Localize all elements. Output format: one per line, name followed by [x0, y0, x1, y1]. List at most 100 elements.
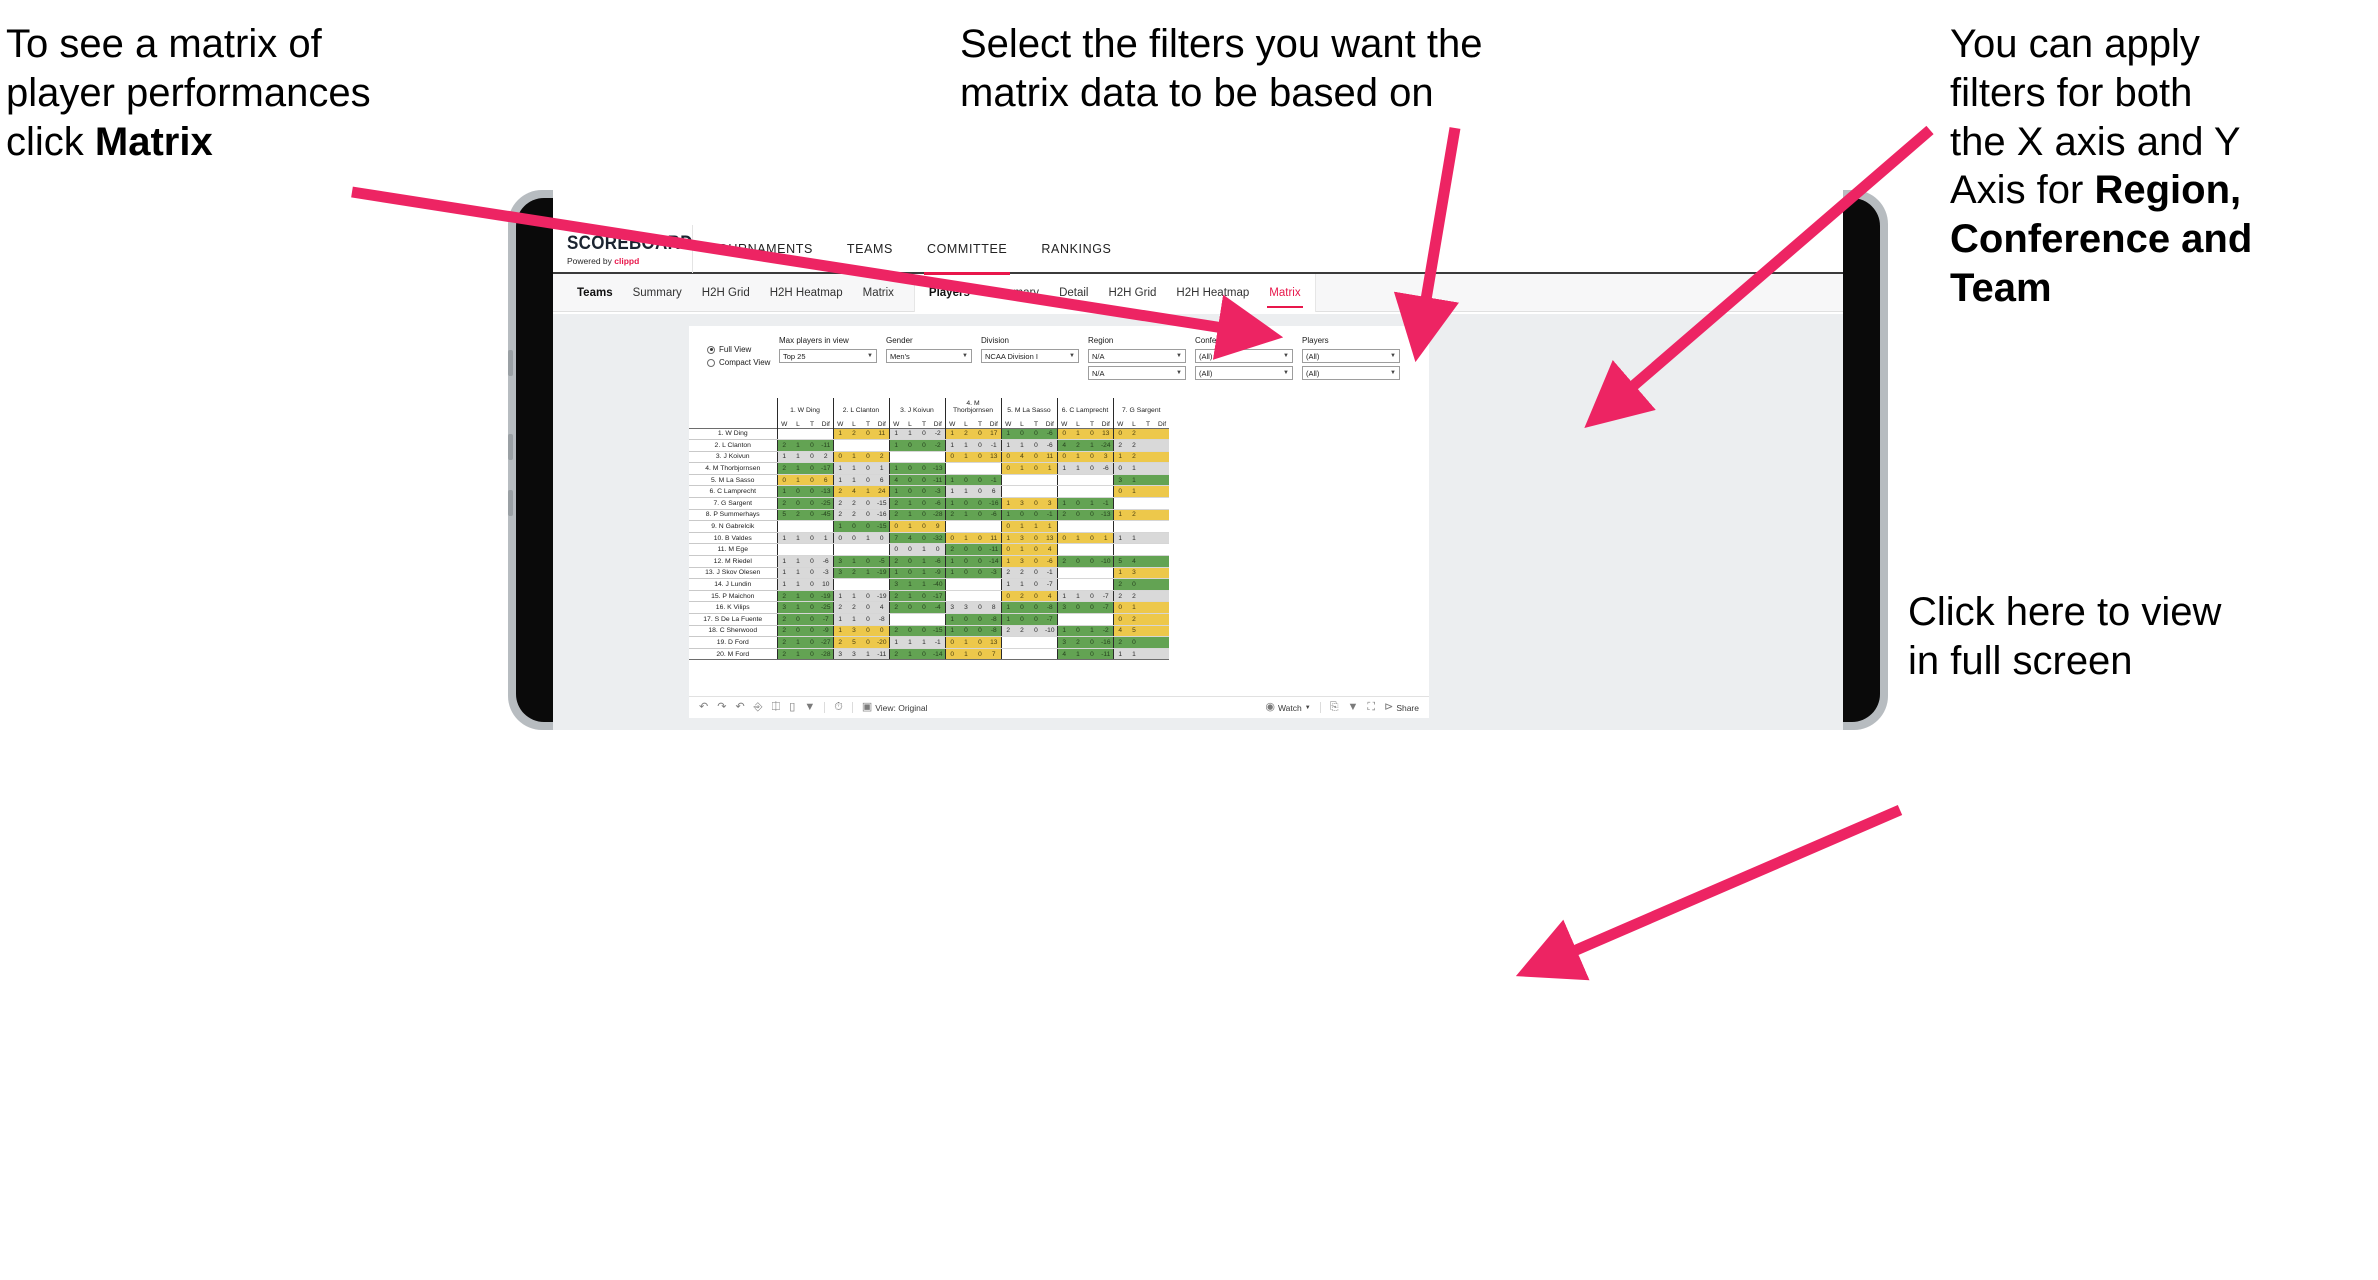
matrix-cell[interactable]: -6	[1043, 427, 1057, 441]
matrix-cell[interactable]: 0	[903, 543, 917, 557]
matrix-cell[interactable]	[1155, 625, 1169, 638]
matrix-cell[interactable]	[805, 543, 819, 557]
matrix-cell[interactable]: 3	[959, 601, 973, 614]
matrix-cell[interactable]: 2	[1127, 613, 1141, 626]
matrix-cell[interactable]: 13	[1043, 532, 1057, 545]
subnav-item-teams-matrix[interactable]: Matrix	[853, 274, 904, 312]
matrix-cell[interactable]: 1	[832, 427, 847, 441]
matrix-cell[interactable]: 4	[847, 485, 861, 499]
matrix-cell[interactable]: 1	[944, 474, 959, 487]
matrix-cell[interactable]	[944, 578, 959, 591]
matrix-cell[interactable]: -6	[987, 509, 1001, 522]
matrix-cell[interactable]	[1141, 590, 1155, 603]
matrix-cell[interactable]: 2	[944, 543, 959, 557]
matrix-cell[interactable]: 5	[776, 509, 791, 522]
matrix-cell[interactable]: 1	[1056, 590, 1071, 603]
matrix-cell[interactable]: 0	[973, 509, 987, 522]
matrix-cell[interactable]: 0	[1000, 543, 1015, 557]
matrix-cell[interactable]: 0	[1029, 601, 1043, 614]
matrix-cell[interactable]: 1	[791, 567, 805, 580]
matrix-cell[interactable]	[973, 590, 987, 603]
redo-icon[interactable]: ↷	[717, 702, 726, 713]
matrix-cell[interactable]	[1056, 543, 1071, 557]
matrix-cell[interactable]: 0	[973, 625, 987, 638]
matrix-cell[interactable]: 1	[832, 520, 847, 533]
matrix-cell[interactable]: 1	[1000, 555, 1015, 568]
matrix-cell[interactable]: -9	[931, 567, 945, 580]
matrix-cell[interactable]	[1112, 520, 1127, 533]
matrix-cell[interactable]: 0	[805, 474, 819, 487]
matrix-cell[interactable]	[1155, 474, 1169, 487]
matrix-cell[interactable]: 1	[832, 613, 847, 626]
subnav-item-teams[interactable]: Teams	[567, 274, 623, 312]
matrix-cell[interactable]: 0	[1029, 578, 1043, 591]
matrix-cell[interactable]: 2	[832, 509, 847, 522]
matrix-cell[interactable]: -6	[1043, 439, 1057, 452]
matrix-cell[interactable]	[1155, 648, 1169, 661]
matrix-cell[interactable]: 2	[1000, 567, 1015, 580]
matrix-cell[interactable]: 1	[944, 567, 959, 580]
refresh-icon[interactable]: ⎆	[754, 702, 763, 713]
matrix-cell[interactable]: 1	[959, 648, 973, 661]
matrix-cell[interactable]: 0	[805, 439, 819, 452]
matrix-cell[interactable]: 1	[1071, 451, 1085, 464]
matrix-cell[interactable]: 1	[1000, 613, 1015, 626]
matrix-cell[interactable]: 11	[987, 532, 1001, 545]
matrix-cell[interactable]	[1085, 578, 1099, 591]
matrix-cell[interactable]: 0	[805, 636, 819, 649]
matrix-cell[interactable]: -25	[819, 497, 833, 510]
matrix-cell[interactable]: 2	[1056, 509, 1071, 522]
matrix-cell[interactable]: 2	[832, 636, 847, 649]
matrix-cell[interactable]: -1	[987, 474, 1001, 487]
matrix-cell[interactable]: 2	[888, 497, 903, 510]
matrix-cell[interactable]	[1141, 543, 1155, 557]
matrix-cell[interactable]: 1	[1029, 520, 1043, 533]
matrix-cell[interactable]: 2	[888, 648, 903, 661]
matrix-cell[interactable]: 1	[888, 485, 903, 499]
filter-players-y-select[interactable]: (All) ▼	[1302, 366, 1400, 380]
matrix-cell[interactable]: 0	[1071, 509, 1085, 522]
matrix-cell[interactable]: 0	[1029, 451, 1043, 464]
matrix-cell[interactable]: 0	[805, 648, 819, 661]
matrix-cell[interactable]	[1141, 462, 1155, 475]
matrix-cell[interactable]: 3	[1099, 451, 1113, 464]
matrix-cell[interactable]: 4	[1056, 648, 1071, 661]
matrix-cell[interactable]	[1141, 625, 1155, 638]
matrix-cell[interactable]: 2	[944, 509, 959, 522]
matrix-cell[interactable]: 4	[1043, 590, 1057, 603]
matrix-cell[interactable]: 5	[1127, 625, 1141, 638]
matrix-cell[interactable]: -45	[819, 509, 833, 522]
matrix-cell[interactable]: 0	[861, 625, 875, 638]
matrix-cell[interactable]: 1	[776, 567, 791, 580]
matrix-cell[interactable]	[776, 543, 791, 557]
matrix-cell[interactable]: 2	[1071, 636, 1085, 649]
matrix-cell[interactable]: 0	[1085, 590, 1099, 603]
matrix-cell[interactable]	[1155, 485, 1169, 499]
matrix-cell[interactable]: 0	[805, 567, 819, 580]
matrix-cell[interactable]: 2	[819, 451, 833, 464]
matrix-cell[interactable]: 1	[847, 590, 861, 603]
matrix-cell[interactable]: 2	[888, 590, 903, 603]
matrix-cell[interactable]: 0	[805, 613, 819, 626]
matrix-cell[interactable]: 1	[903, 636, 917, 649]
matrix-cell[interactable]: 0	[861, 427, 875, 441]
matrix-cell[interactable]: 1	[791, 578, 805, 591]
matrix-cell[interactable]: 2	[776, 439, 791, 452]
matrix-cell[interactable]: -9	[819, 625, 833, 638]
matrix-cell[interactable]: 1	[1127, 601, 1141, 614]
matrix-cell[interactable]: 1	[959, 636, 973, 649]
matrix-cell[interactable]: -10	[1099, 555, 1113, 568]
matrix-cell[interactable]	[1155, 578, 1169, 591]
revert-icon[interactable]: ↶	[735, 702, 744, 713]
matrix-cell[interactable]	[1141, 613, 1155, 626]
matrix-cell[interactable]	[903, 613, 917, 626]
matrix-cell[interactable]: 1	[1015, 439, 1029, 452]
matrix-cell[interactable]: -13	[1099, 509, 1113, 522]
matrix-cell[interactable]: 0	[1071, 497, 1085, 510]
matrix-cell[interactable]: 0	[861, 520, 875, 533]
matrix-cell[interactable]: 2	[847, 567, 861, 580]
matrix-cell[interactable]: 0	[1127, 636, 1141, 649]
matrix-cell[interactable]: 0	[1071, 555, 1085, 568]
matrix-cell[interactable]: 1	[888, 427, 903, 441]
filter-conference-y-select[interactable]: (All) ▼	[1195, 366, 1293, 380]
